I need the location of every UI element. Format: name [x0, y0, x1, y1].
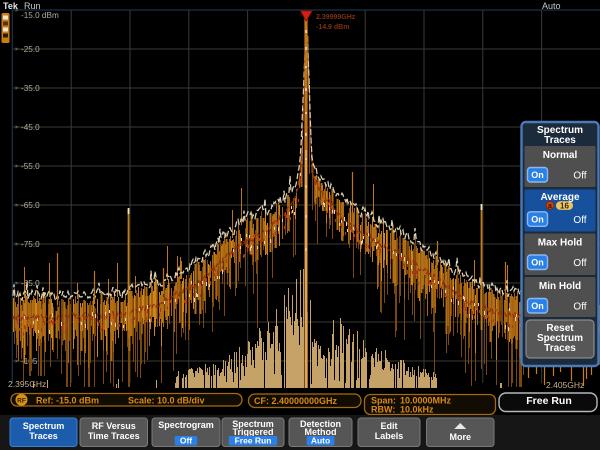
svg-text:Off: Off: [180, 436, 192, 446]
svg-text:Traces: Traces: [29, 431, 58, 441]
svg-text:Spectrum: Spectrum: [23, 421, 65, 431]
svg-text:Time Traces: Time Traces: [88, 431, 140, 441]
svg-text:-15.0 dBm: -15.0 dBm: [21, 11, 59, 20]
svg-text:Run: Run: [24, 1, 41, 11]
svg-text:Scale: 10.0 dB/div: Scale: 10.0 dB/div: [128, 395, 205, 405]
svg-text:Off: Off: [573, 215, 586, 226]
svg-text:Spectrogram: Spectrogram: [158, 420, 214, 430]
svg-text:-35.0: -35.0: [21, 84, 40, 93]
svg-text:10.0kHz: 10.0kHz: [400, 405, 434, 415]
svg-text:16: 16: [560, 201, 569, 210]
svg-text:2.39999GHz: 2.39999GHz: [316, 14, 356, 21]
svg-text:Free Run: Free Run: [526, 395, 572, 407]
svg-text:Normal: Normal: [543, 150, 578, 161]
svg-text:Off: Off: [573, 171, 586, 182]
svg-text:On: On: [531, 301, 544, 311]
svg-text:Min Hold: Min Hold: [539, 281, 581, 292]
svg-text:-14.9 dBm: -14.9 dBm: [316, 24, 349, 31]
svg-text:2.395GHz: 2.395GHz: [8, 379, 46, 389]
svg-text:On: On: [531, 258, 544, 268]
svg-text:RF: RF: [17, 397, 26, 404]
svg-text:Max Hold: Max Hold: [538, 238, 582, 249]
svg-text:Traces: Traces: [544, 135, 576, 146]
svg-text:Off: Off: [573, 258, 586, 269]
svg-text:-55.0: -55.0: [21, 162, 40, 171]
svg-text:Edit: Edit: [381, 421, 398, 431]
svg-text:-45.0: -45.0: [21, 123, 40, 132]
svg-text:RBW:: RBW:: [371, 405, 395, 415]
svg-text:a: a: [548, 203, 552, 210]
svg-text:On: On: [531, 170, 544, 180]
svg-text:Auto: Auto: [311, 436, 330, 446]
svg-text:-25.0: -25.0: [21, 45, 40, 54]
svg-text:Traces: Traces: [544, 343, 576, 354]
svg-text:-65.0: -65.0: [21, 201, 40, 210]
svg-text:2.405GHz: 2.405GHz: [546, 380, 584, 390]
svg-text:More: More: [449, 432, 471, 442]
svg-text:Ref: -15.0 dBm: Ref: -15.0 dBm: [36, 395, 99, 405]
svg-text:Labels: Labels: [375, 431, 404, 441]
svg-text:Tek: Tek: [3, 1, 19, 11]
svg-text:CF: 2.40000000GHz: CF: 2.40000000GHz: [254, 396, 338, 406]
svg-text:On: On: [531, 214, 544, 224]
svg-text:Free Run: Free Run: [235, 436, 272, 446]
svg-text:Off: Off: [573, 302, 586, 313]
svg-text:RF Versus: RF Versus: [92, 421, 136, 431]
svg-text:-75.0: -75.0: [21, 240, 40, 249]
svg-text:Auto: Auto: [542, 1, 561, 11]
